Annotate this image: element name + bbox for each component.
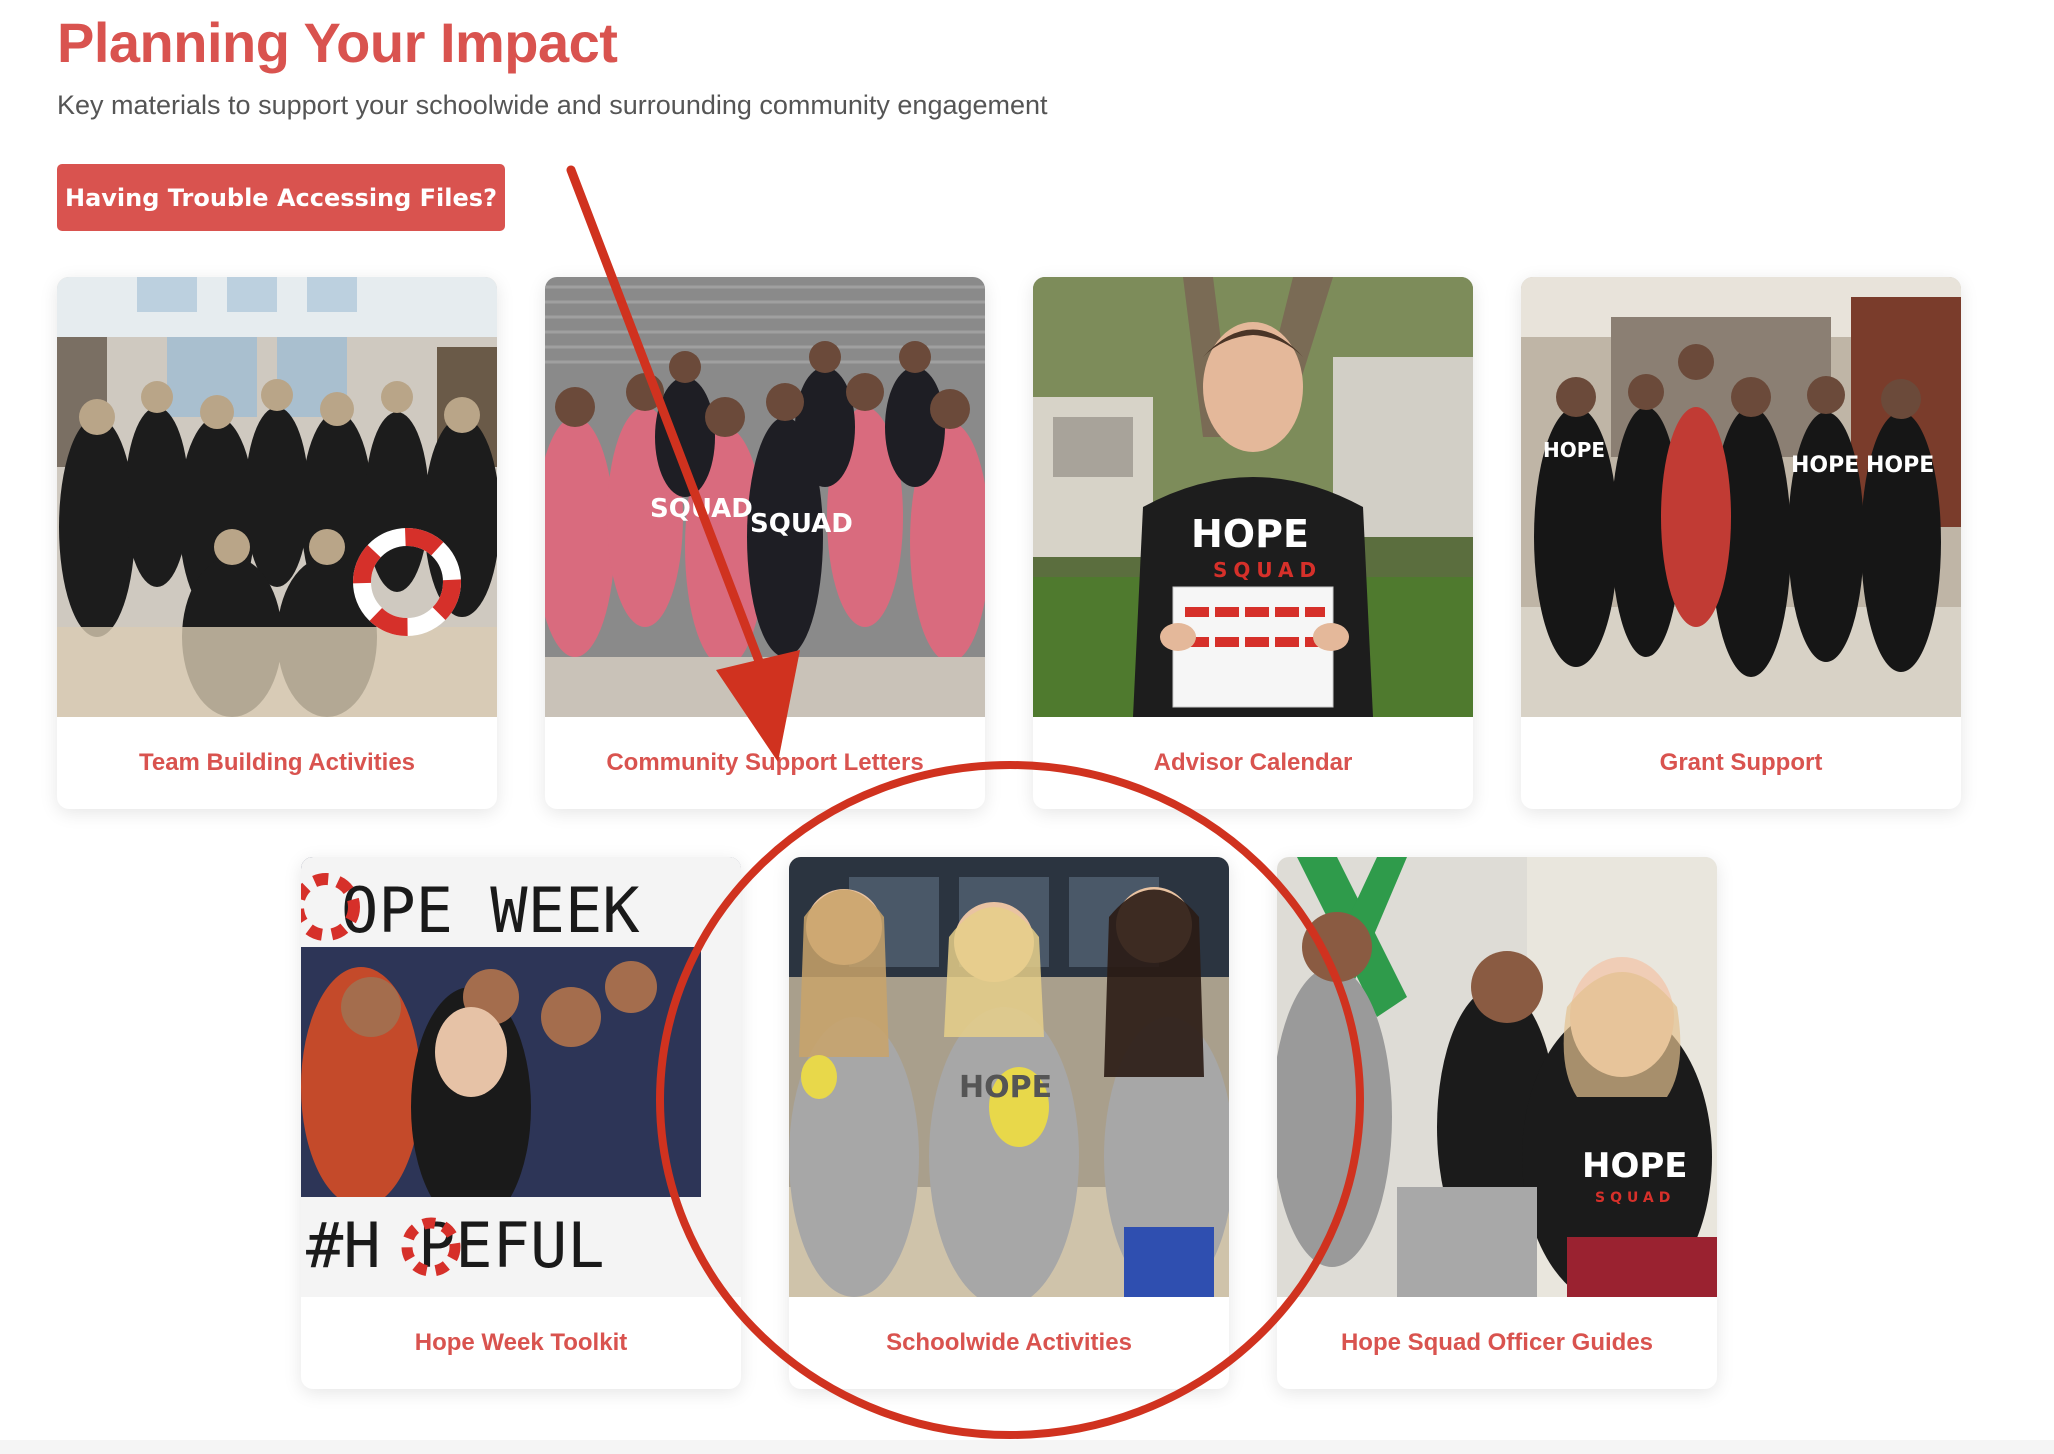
svg-text:SQUAD: SQUAD: [1213, 558, 1322, 582]
card-community-support-letters[interactable]: SQUAD SQUAD Community Support Letters: [545, 277, 985, 809]
officer-guides-photo: HOPE SQUAD: [1277, 857, 1717, 1297]
card-schoolwide-activities[interactable]: HOPE Schoolwide Activities: [789, 857, 1229, 1389]
svg-text:HOPE: HOPE: [1866, 453, 1934, 478]
hope-week-photo: OPE WEEK #H PEFUL: [301, 857, 741, 1297]
card-label: Community Support Letters: [606, 749, 924, 776]
svg-text:SQUAD: SQUAD: [650, 494, 753, 524]
hope-week-sign-text: OPE WEEK: [341, 874, 640, 947]
card-label: Grant Support: [1659, 749, 1823, 776]
svg-text:SQUAD: SQUAD: [750, 509, 853, 539]
community-support-photo: SQUAD SQUAD: [545, 277, 985, 717]
trouble-accessing-files-button[interactable]: Having Trouble Accessing Files?: [57, 164, 505, 231]
card-label: Schoolwide Activities: [886, 1329, 1132, 1356]
card-label: Hope Week Toolkit: [414, 1329, 628, 1356]
card-team-building-activities[interactable]: Team Building Activities: [57, 277, 497, 809]
svg-text:HOPE: HOPE: [1582, 1146, 1688, 1186]
svg-text:HOPE: HOPE: [1543, 438, 1605, 462]
svg-text:HOPE: HOPE: [959, 1070, 1052, 1105]
grant-support-photo: HOPE HOPE HOPE: [1521, 277, 1961, 717]
card-hope-squad-officer-guides[interactable]: HOPE SQUAD Hope Squad Officer Guides: [1277, 857, 1717, 1389]
svg-text:SQUAD: SQUAD: [1595, 1190, 1675, 1206]
card-label: Hope Squad Officer Guides: [1340, 1329, 1654, 1356]
card-hope-week-toolkit[interactable]: OPE WEEK #H PEFUL Hope Week Toolkit: [301, 857, 741, 1389]
page-bottom-divider: [0, 1440, 2054, 1454]
page-subtitle: Key materials to support your schoolwide…: [57, 90, 1048, 120]
page-title: Planning Your Impact: [57, 11, 618, 74]
card-label: Team Building Activities: [138, 749, 416, 776]
team-building-photo: [57, 277, 497, 717]
schoolwide-activities-photo: HOPE: [789, 857, 1229, 1297]
card-label: Advisor Calendar: [1153, 749, 1353, 776]
hope-shirt-text: HOPE: [1191, 512, 1309, 556]
card-grant-support[interactable]: HOPE HOPE HOPE Grant Support: [1521, 277, 1961, 809]
card-advisor-calendar[interactable]: HOPE SQUAD Advisor Calendar: [1033, 277, 1473, 809]
svg-text:HOPE: HOPE: [1791, 453, 1859, 478]
page: Planning Your Impact Key materials to su…: [0, 0, 2054, 1454]
advisor-calendar-photo: HOPE SQUAD: [1033, 277, 1473, 717]
